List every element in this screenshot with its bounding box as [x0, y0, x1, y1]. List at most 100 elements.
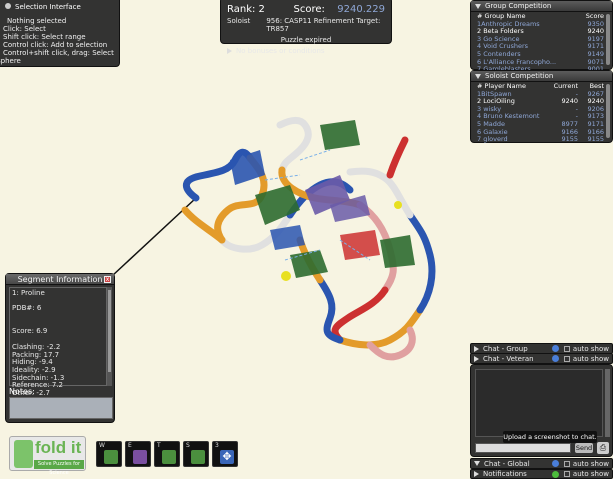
table-cell: 7 gloverd [477, 136, 508, 144]
column-header: Best [589, 83, 604, 90]
shake-icon [191, 450, 205, 464]
table-cell: 6 Galaxie [477, 128, 508, 136]
notifications-bar[interactable]: Notifications auto show [470, 469, 613, 479]
auto-show-checkbox[interactable] [563, 345, 570, 352]
tool-tweak-button[interactable]: T [154, 441, 180, 467]
notification-status-icon[interactable] [551, 470, 559, 478]
table-cell: 8977 [561, 120, 578, 128]
table-row[interactable]: 2 LociOiling 9240 9240 [477, 98, 604, 106]
selection-title: Selection Interface [15, 3, 81, 11]
table-row[interactable]: 3 wisky - 9206 [477, 106, 604, 114]
table-row[interactable]: 4 Void Crushers 9171 [477, 43, 604, 51]
selection-help-text: Nothing selected Click: Select Shift cli… [0, 17, 119, 65]
score-panel: Rank: 2 Score: 9240.229 Soloist 956: CAS… [220, 0, 392, 55]
segment-information-panel: Segment Information x 1: Proline PDB#: 6 S… [5, 273, 115, 423]
expand-arrow-icon [227, 48, 232, 54]
bonus-label: No bonuses or conditions [236, 47, 325, 55]
table-row[interactable]: 6 Galaxie 9166 9166 [477, 129, 604, 137]
info-icon[interactable] [551, 460, 559, 467]
collapse-arrow-icon [475, 3, 481, 9]
table-cell: 9071 [587, 58, 604, 66]
table-row[interactable]: 1Anthropic Dreams 9350 [477, 21, 604, 29]
soloist-table: # Player Name Current Best 1BitSpawn -9267 2… [471, 82, 612, 144]
table-cell: 9240 [587, 98, 604, 106]
soloist-competition-title: Soloist Competition [485, 72, 554, 80]
column-header: # Group Name [477, 13, 526, 20]
table-cell: 1Anthropic Dreams [477, 20, 540, 28]
hotkey-label: 3 [215, 442, 219, 449]
auto-show-checkbox[interactable] [563, 471, 570, 477]
tooltip: Upload a screenshot to chat. [503, 431, 597, 443]
table-row[interactable]: 5 Contenders 9149 [477, 51, 604, 59]
table-cell: 9155 [587, 136, 604, 144]
table-row[interactable]: 5 Madde 8977 9171 [477, 121, 604, 129]
info-icon[interactable] [551, 355, 559, 362]
exposed-hydrophobic-marker [394, 201, 402, 209]
table-cell: - [575, 105, 578, 113]
foldit-logo[interactable]: fold it Solve Puzzles for Science [9, 436, 86, 476]
selection-help-line: Click: Select [3, 25, 46, 33]
selection-dot-icon [5, 3, 11, 9]
move-arrows-icon: ✥ [220, 450, 234, 464]
soloist-competition-header[interactable]: Soloist Competition [471, 71, 612, 82]
segment-info-line: 1: Proline [12, 289, 45, 297]
table-row[interactable]: 3 Go Science 9197 [477, 36, 604, 44]
table-cell: 9350 [587, 20, 604, 28]
auto-show-checkbox[interactable] [563, 355, 570, 362]
tool-rebuild-button[interactable]: E [125, 441, 151, 467]
table-row[interactable]: 4 Bruno Kestemont - 9173 [477, 113, 604, 121]
puzzle-title: 956: CASP11 Refinement Target: TR857 [266, 17, 381, 33]
table-row[interactable]: 6 L'Alliance Francopho... 9071 [477, 59, 604, 67]
group-competition-header[interactable]: Group Competition [471, 1, 612, 12]
table-row[interactable]: 7 gloverd 9155 9155 [477, 136, 604, 144]
chat-input[interactable] [475, 443, 571, 453]
score-value: 9240.229 [337, 4, 385, 15]
expand-arrow-icon [474, 355, 479, 362]
mode-label: Soloist [227, 17, 251, 25]
screenshot-upload-icon[interactable]: ⎙ [597, 442, 609, 454]
table-cell: 9173 [587, 113, 604, 121]
chat-scrollbar[interactable] [605, 369, 610, 437]
group-scrollbar[interactable] [606, 14, 610, 65]
table-cell: 6 L'Alliance Francopho... [477, 58, 557, 66]
tool-wiggle-button[interactable]: W [96, 441, 122, 467]
hotkey-label: E [128, 442, 132, 449]
soloist-scrollbar[interactable] [606, 84, 610, 138]
table-cell: 9171 [587, 120, 604, 128]
table-cell: - [575, 90, 578, 98]
table-cell: 2 LociOiling [477, 98, 515, 106]
tool-move-button[interactable]: 3 ✥ [212, 441, 238, 467]
selection-help-line: Nothing selected [7, 17, 67, 25]
tool-shake-button[interactable]: S [183, 441, 209, 467]
table-row[interactable]: 2 Beta Folders 9240 [477, 28, 604, 36]
segment-info-title: Segment Information [6, 274, 114, 285]
soloist-table-header: # Player Name Current Best [477, 83, 604, 91]
segment-info-scrollbar[interactable] [107, 287, 112, 386]
group-competition-title: Group Competition [485, 2, 552, 10]
hotkey-label: T [157, 442, 161, 449]
segment-info-text: 1: Proline PDB#: 6 Score: 6.9 Clashing: -2.… [9, 287, 107, 397]
logo-tagline: Solve Puzzles for Science [34, 460, 84, 476]
table-cell: 4 Void Crushers [477, 43, 529, 51]
auto-show-label: auto show [572, 470, 609, 478]
rank-label: Rank: 2 [227, 4, 265, 15]
chat-log [475, 369, 603, 437]
chat-global-bar[interactable]: Chat - Global auto show [470, 458, 613, 469]
notes-field[interactable] [9, 397, 113, 419]
table-cell: 3 Go Science [477, 35, 520, 43]
table-row[interactable]: 1BitSpawn - 9267 [477, 91, 604, 99]
selection-help-line: Control click: Add to selection [3, 41, 108, 49]
send-button[interactable]: Send [575, 443, 593, 453]
table-cell: 9206 [587, 105, 604, 113]
chat-veteran-bar[interactable]: Chat - Veteran auto show [470, 353, 613, 364]
info-icon[interactable] [551, 345, 559, 352]
close-icon[interactable]: x [104, 276, 111, 283]
expand-arrow-icon [474, 345, 479, 352]
selection-help-line: Control+shift click, drag: Select [3, 49, 114, 57]
table-cell: 1BitSpawn [477, 90, 512, 98]
table-cell: - [575, 113, 578, 121]
auto-show-checkbox[interactable] [563, 460, 570, 467]
table-cell: 9240 [561, 98, 578, 106]
bonus-toggle[interactable]: No bonuses or conditions [227, 47, 385, 55]
beta-sheets [230, 120, 415, 278]
